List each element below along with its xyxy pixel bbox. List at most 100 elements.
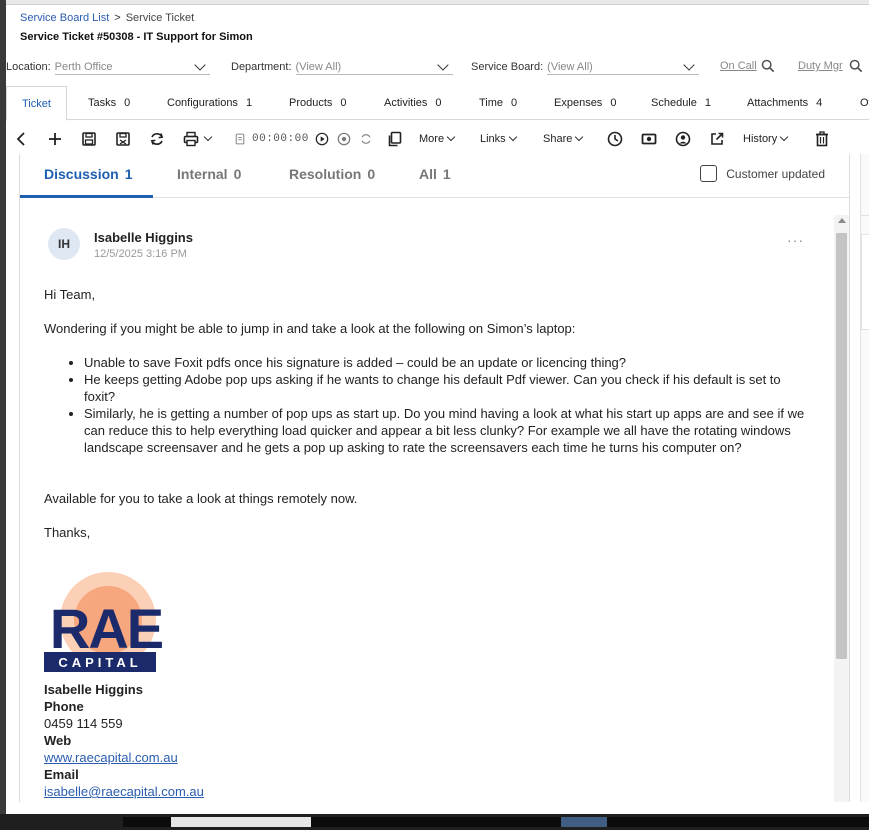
signature-phone-label: Phone: [44, 699, 84, 714]
copy-icon: [388, 131, 402, 147]
external-link-icon: [711, 132, 724, 145]
taskbar-segment: [171, 817, 311, 827]
page-title: Service Ticket #50308 - IT Support for S…: [20, 31, 253, 43]
chevron-down-icon: [683, 58, 695, 71]
save-button[interactable]: [81, 129, 97, 149]
share-menu-button[interactable]: Share: [543, 129, 586, 149]
window-top-strip: [6, 0, 869, 5]
contact-button[interactable]: [675, 129, 691, 149]
back-button[interactable]: [14, 129, 30, 149]
chevron-down-icon: [446, 132, 456, 142]
tab-label: Tasks: [88, 97, 117, 109]
timer-stop-button[interactable]: [337, 129, 351, 149]
history-label: History: [743, 133, 778, 145]
tab-configurations[interactable]: Configurations 1: [167, 86, 252, 120]
copy-button[interactable]: [387, 129, 403, 149]
new-button[interactable]: [47, 129, 63, 149]
tab-time[interactable]: Time 0: [479, 86, 517, 120]
timer-play-button[interactable]: [315, 129, 329, 149]
money-icon: [641, 133, 657, 145]
ticket-toolbar: 00:00:00 More Links Share History: [6, 126, 869, 152]
tab-label: Ticket: [22, 97, 51, 110]
play-icon: [315, 132, 329, 146]
customer-updated-toggle[interactable]: Customer updated: [700, 165, 825, 182]
filter-bar: Location: Perth Office Department: (View…: [6, 58, 869, 78]
tab-schedule[interactable]: Schedule 1: [651, 86, 711, 120]
timer-control: 00:00:00: [234, 129, 309, 149]
tab-activities[interactable]: Activities 0: [384, 86, 442, 120]
service-board-label: Service Board:: [471, 61, 544, 73]
subtab-discussion[interactable]: Discussion 1: [44, 166, 133, 182]
tab-tasks[interactable]: Tasks 0: [88, 86, 130, 120]
tab-label: Configurations: [167, 97, 238, 109]
department-select[interactable]: (View All): [295, 58, 453, 75]
message-greeting: Hi Team,: [44, 287, 96, 302]
expense-button[interactable]: [641, 129, 657, 149]
timer-reset-button[interactable]: [359, 129, 373, 149]
breadcrumb: Service Board List > Service Ticket: [20, 12, 194, 24]
tab-expenses[interactable]: Expenses 0: [554, 86, 616, 120]
history-menu-button[interactable]: History: [743, 129, 791, 149]
timer-doc-icon: [235, 133, 245, 145]
subtab-label: Discussion: [44, 166, 119, 182]
duty-mgr-link[interactable]: Duty Mgr: [798, 60, 843, 72]
subtab-label: Resolution: [289, 166, 362, 182]
subtab-resolution[interactable]: Resolution 0: [289, 166, 375, 182]
print-menu-button[interactable]: [183, 129, 215, 149]
signature-email-link[interactable]: isabelle@raecapital.com.au: [44, 784, 204, 799]
subtab-all[interactable]: All 1: [419, 166, 451, 182]
tab-label: Schedule: [651, 97, 697, 109]
time-entry-button[interactable]: [607, 129, 623, 149]
links-label: Links: [480, 133, 506, 145]
message-intro: Wondering if you might be able to jump i…: [44, 321, 576, 336]
open-external-button[interactable]: [709, 129, 725, 149]
tab-label: Expenses: [554, 97, 603, 109]
on-call-link[interactable]: On Call: [720, 60, 757, 72]
subtab-count: 1: [124, 166, 133, 182]
signature-web-link[interactable]: www.raecapital.com.au: [44, 750, 178, 765]
service-board-select[interactable]: (View All): [547, 58, 699, 75]
tab-other[interactable]: Ot: [860, 86, 869, 120]
customer-updated-label: Customer updated: [726, 166, 825, 181]
tab-count: 1: [245, 97, 253, 109]
refresh-button[interactable]: [149, 129, 165, 149]
scroll-up-arrow-icon[interactable]: [838, 218, 846, 223]
department-filter[interactable]: Department: (View All): [231, 58, 453, 76]
customer-updated-checkbox[interactable]: [700, 165, 718, 182]
message-author: Isabelle Higgins: [94, 230, 193, 245]
location-select[interactable]: Perth Office: [54, 58, 210, 75]
location-label: Location:: [6, 61, 51, 73]
taskbar-segment: [607, 817, 869, 827]
scrollbar-thumb[interactable]: [836, 233, 847, 659]
notes-subtabs: Discussion 1 Internal 0 Resolution 0 All 1 C…: [20, 154, 849, 198]
message-timestamp: 12/5/2025 3:16 PM: [94, 248, 187, 260]
links-menu-button[interactable]: Links: [480, 129, 520, 149]
more-menu-button[interactable]: More: [419, 129, 458, 149]
scrollbar[interactable]: [834, 215, 849, 802]
taskbar-active-app[interactable]: [561, 817, 607, 827]
service-board-filter[interactable]: Service Board: (View All): [471, 58, 699, 76]
subtab-internal[interactable]: Internal 0: [177, 166, 241, 182]
right-panel-card: [861, 234, 869, 330]
tab-count: 0: [124, 97, 131, 109]
tab-ticket[interactable]: Ticket: [6, 86, 67, 121]
search-icon[interactable]: [849, 59, 863, 73]
signature-phone: 0459 114 559: [44, 716, 123, 731]
os-taskbar: [0, 814, 869, 830]
subtab-count: 0: [367, 166, 376, 182]
signature-web-label: Web: [44, 733, 72, 748]
delete-button[interactable]: [814, 129, 830, 149]
save-and-close-button[interactable]: [115, 129, 131, 149]
logo-subword: CAPITAL: [58, 655, 141, 670]
email-signature: Isabelle Higgins Phone 0459 114 559 Web …: [44, 681, 204, 800]
tab-products[interactable]: Products 0: [289, 86, 347, 120]
plus-icon: [49, 133, 61, 145]
search-icon[interactable]: [761, 59, 775, 73]
signature-email-label: Email: [44, 767, 79, 782]
breadcrumb-separator-icon: >: [114, 12, 121, 24]
message-options-icon[interactable]: ···: [787, 232, 804, 248]
breadcrumb-service-board-list[interactable]: Service Board List: [20, 12, 109, 24]
location-filter[interactable]: Location: Perth Office: [6, 58, 210, 76]
tab-attachments[interactable]: Attachments 4: [747, 86, 822, 120]
tab-label: Attachments: [747, 97, 809, 109]
